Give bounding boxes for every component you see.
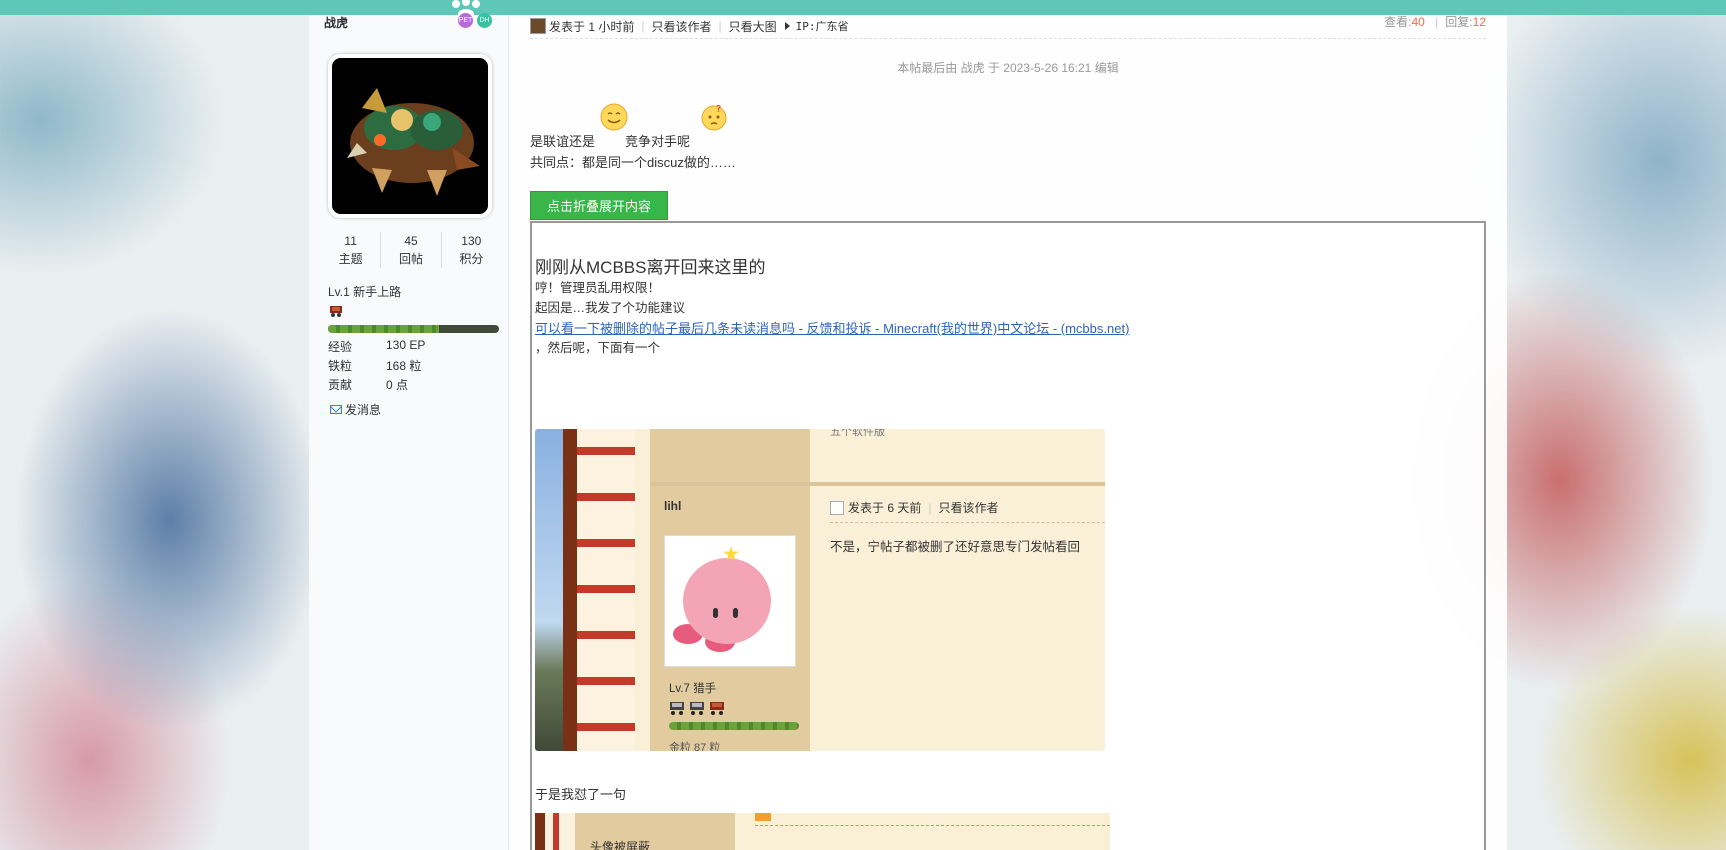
only-author-link[interactable]: 只看该作者: [651, 18, 711, 35]
blocked-avatar-label: 头像被屏蔽: [590, 840, 651, 850]
kirby-icon: [683, 558, 771, 644]
screenshot-dash-line: [755, 825, 1110, 826]
info-key: 贡献: [328, 378, 353, 392]
info-value: 130 EP: [386, 338, 426, 352]
big-image-link[interactable]: 只看大图: [729, 18, 777, 35]
stat-threads[interactable]: 11 主题: [321, 232, 382, 268]
screenshot-post-header: 发表于 6 天前 | 只看该作者: [830, 499, 998, 516]
caret-right-icon: [784, 22, 790, 30]
screenshot-only-author: 只看该作者: [938, 501, 999, 515]
info-row-contribution: 贡献 0 点: [328, 376, 408, 393]
stat-points[interactable]: 130 积分: [442, 232, 501, 268]
question-emoji-icon: ?: [701, 104, 727, 131]
post-line-1: 是联谊还是 竞争对手呢: [530, 131, 690, 150]
post-header: 发表于 1 小时前 | 只看该作者 | 只看大图 IP:广东省 查看:40 | 回…: [530, 14, 1486, 39]
separator: |: [1435, 15, 1439, 29]
smile-emoji-icon: [600, 103, 628, 131]
svg-text:?: ?: [716, 104, 721, 115]
stat-label: 积分: [459, 252, 484, 266]
info-key: 经验: [328, 340, 353, 354]
send-message-link[interactable]: 发消息: [330, 401, 381, 418]
author-name[interactable]: 战虎: [324, 14, 348, 31]
info-row-iron: 铁粒 168 粒: [328, 357, 421, 374]
send-message-label: 发消息: [345, 403, 382, 417]
screenshot-top-text: 五个软件版: [830, 429, 885, 438]
stat-value: 11: [344, 234, 357, 248]
replies-label: 回复:: [1445, 15, 1473, 29]
medal-badge-icon[interactable]: DH: [477, 13, 492, 28]
ip-location: IP:广东省: [795, 20, 849, 33]
mail-icon: [330, 405, 342, 414]
stat-replies[interactable]: 45 回帖: [381, 232, 442, 268]
replies-count: 12: [1472, 15, 1486, 29]
info-value: 0 点: [386, 378, 409, 392]
post-text: 竞争对手呢: [625, 134, 691, 149]
xp-progress-fill: [328, 325, 440, 333]
author-mini-avatar: [530, 18, 546, 34]
stat-value: 45: [404, 234, 418, 248]
screenshot-level: Lv.7 猎手: [669, 683, 717, 695]
stat-value: 130: [461, 234, 482, 248]
broken-image-icon: [830, 500, 844, 515]
screenshot-divider: [650, 482, 1105, 486]
info-value: 168 粒: [386, 359, 422, 373]
screenshot-body-text: 不是，宁帖子都被删了还好意思专门发帖看回: [830, 540, 1081, 554]
screenshot-gold: 金粒 87 粒: [669, 742, 721, 751]
screenshot-xp-bar: [669, 722, 799, 730]
user-level[interactable]: Lv.1 新手上路: [328, 283, 401, 300]
warbeast-avatar-image: [332, 58, 488, 214]
author-stats: 11 主题 45 回帖 130 积分: [321, 232, 501, 268]
stat-label: 回帖: [398, 252, 423, 266]
kirby-avatar: [664, 535, 796, 667]
separator: |: [718, 19, 722, 33]
embedded-screenshot[interactable]: 五个软件版 lihl Lv.7 猎手 金粒 87 粒 发表于 6 天前 | 只看…: [535, 429, 1105, 751]
separator: |: [928, 500, 932, 515]
embedded-screenshot-2[interactable]: 头像被屏蔽: [535, 813, 1110, 850]
info-row-exp: 经验 130 EP: [328, 338, 425, 355]
mcbbs-thread-link[interactable]: 可以看一下被删除的帖子最后几条未读消息吗 - 反馈和投诉 - Minecraft…: [535, 318, 1129, 337]
screenshot-wall: [535, 813, 575, 850]
edited-note: 本帖最后由 战虎 于 2023-5-26 16:21 编辑: [897, 61, 1119, 75]
screenshot-username: lihl: [664, 499, 682, 513]
fold-after-text: 于是我怼了一句: [535, 787, 627, 802]
views-label: 查看:: [1384, 15, 1412, 29]
screenshot-badge-icon: [755, 813, 771, 821]
fold-title: 刚刚从MCBBS离开回来这里的: [535, 258, 766, 277]
fold-line: 哼！管理员乱用权限！: [535, 281, 661, 295]
post-time: 发表于 1 小时前: [549, 19, 635, 34]
info-key: 铁粒: [328, 359, 353, 373]
fold-line: 起因是…我发了个功能建议: [535, 301, 686, 315]
stat-label: 主题: [338, 252, 363, 266]
screenshot-post-time: 发表于 6 天前: [848, 501, 922, 515]
top-bar: [0, 0, 1726, 15]
screenshot-dash-line: [830, 522, 1105, 523]
post-text: 是联谊还是: [530, 134, 596, 149]
xp-progress-bar: [328, 325, 499, 333]
screenshot-pillar: [563, 429, 577, 751]
views-count: 40: [1411, 15, 1425, 29]
screenshot-wall: [577, 429, 635, 751]
minecart-rank-icons: [670, 702, 724, 715]
post-line-2: 共同点：都是同一个discuz做的……: [530, 155, 736, 170]
author-avatar[interactable]: [328, 54, 492, 218]
screenshot-background: [535, 429, 563, 751]
minecart-rank-icon: [330, 306, 342, 317]
medal-badge-icon[interactable]: PET: [458, 13, 473, 28]
fold-line: ，然后呢，下面有一个: [535, 341, 661, 355]
view-reply-count: 查看:40 | 回复:12: [1384, 14, 1486, 30]
expand-collapse-button[interactable]: 点击折叠展开内容: [530, 191, 668, 220]
separator: |: [641, 19, 645, 33]
